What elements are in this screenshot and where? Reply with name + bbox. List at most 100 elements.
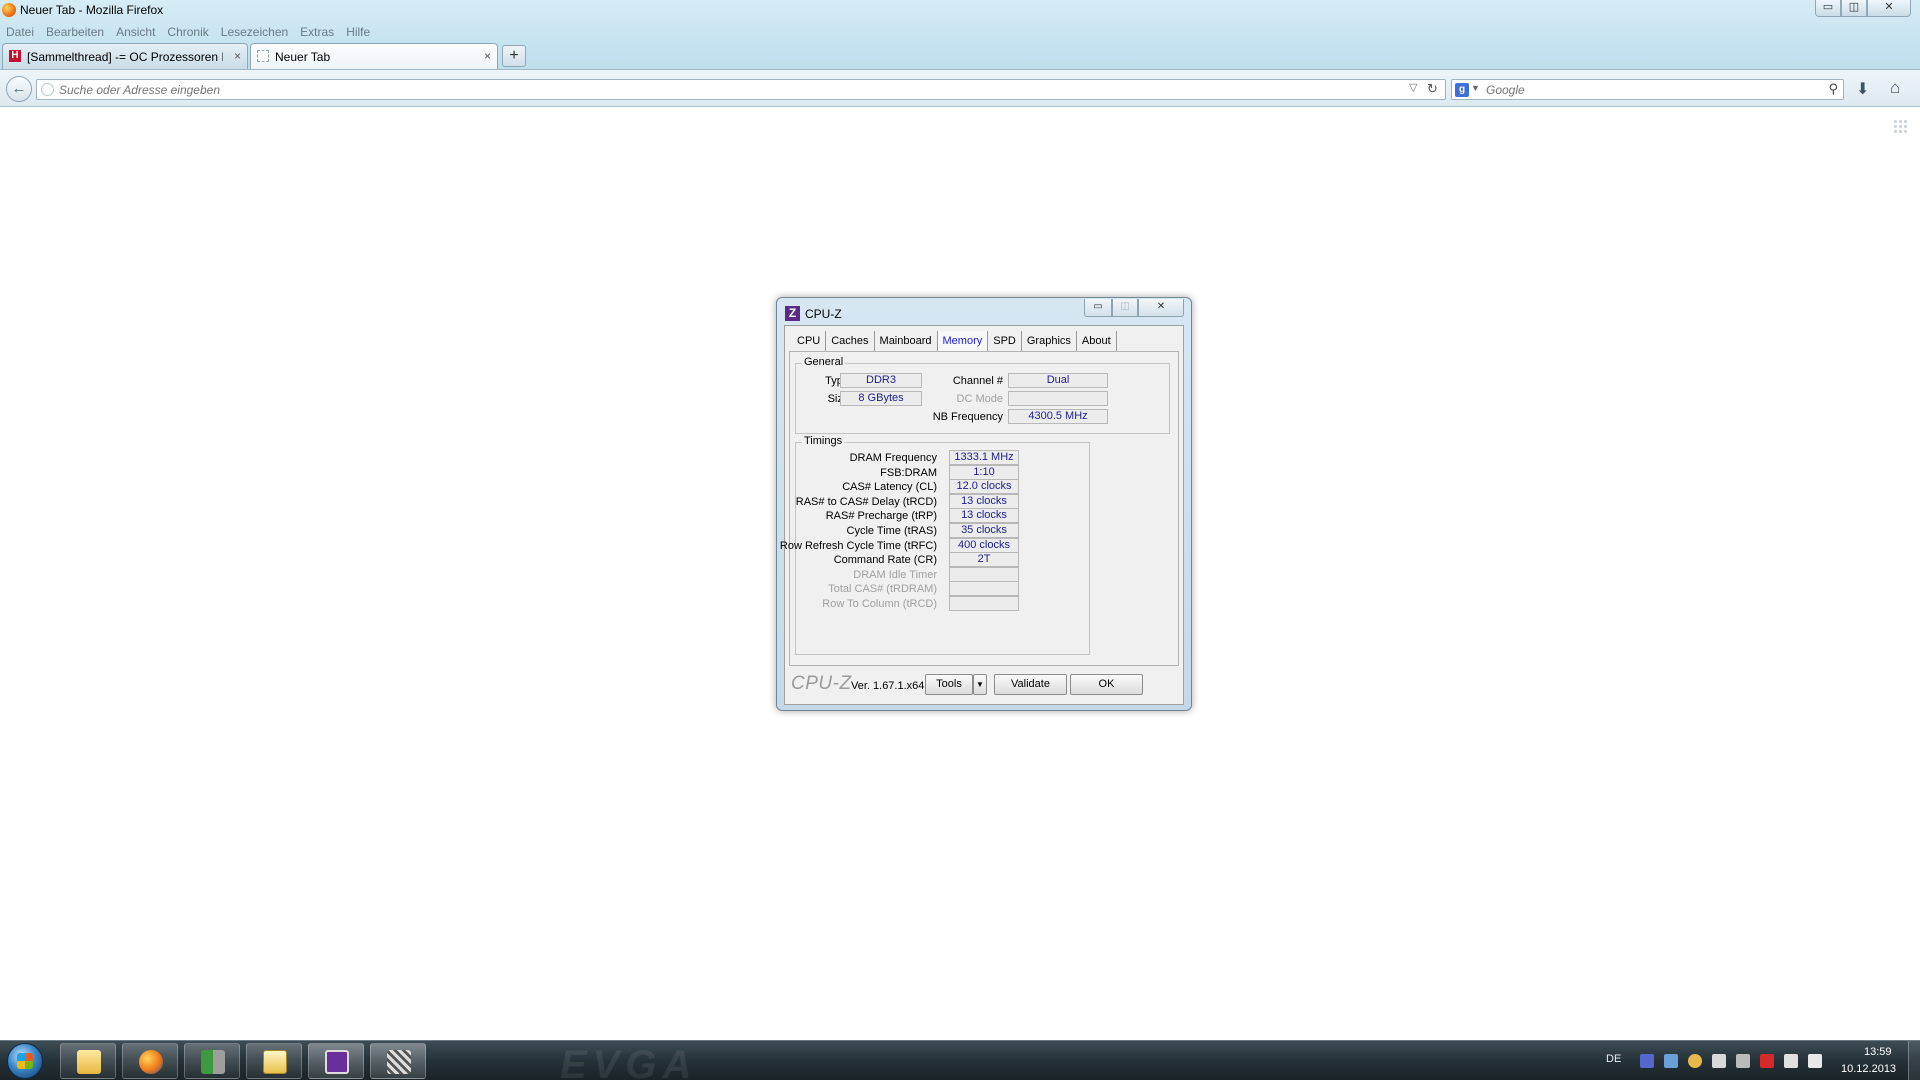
back-button[interactable]: ← bbox=[6, 76, 32, 102]
menu-ansicht[interactable]: Ansicht bbox=[110, 23, 161, 41]
monitor-icon[interactable] bbox=[1640, 1054, 1654, 1068]
timing-value: 1:10 bbox=[949, 464, 1019, 480]
timing-label: RAS# Precharge (tRP) bbox=[825, 510, 937, 523]
tab-about[interactable]: About bbox=[1077, 331, 1117, 351]
timing-label: DRAM Idle Timer bbox=[853, 568, 937, 581]
menu-bar: Datei Bearbeiten Ansicht Chronik Lesezei… bbox=[0, 23, 376, 41]
cpuz-minimize-button[interactable]: ▭ bbox=[1084, 299, 1112, 317]
tab-strip: H [Sammelthread] -= OC Prozessoren I... … bbox=[0, 43, 1920, 69]
maximize-button[interactable]: ◫ bbox=[1841, 0, 1867, 17]
volume-icon[interactable] bbox=[1808, 1054, 1822, 1068]
start-button[interactable] bbox=[7, 1043, 43, 1079]
cpuz-close-button[interactable]: ✕ bbox=[1138, 299, 1184, 317]
engine-dropdown-icon[interactable]: ▼ bbox=[1471, 83, 1480, 93]
tab-graphics[interactable]: Graphics bbox=[1022, 331, 1077, 351]
tab-caches[interactable]: Caches bbox=[826, 331, 875, 351]
timing-value: 13 clocks bbox=[949, 493, 1019, 509]
language-indicator[interactable]: DE bbox=[1606, 1053, 1621, 1065]
search-input[interactable] bbox=[1486, 82, 1816, 97]
history-dropdown-icon[interactable]: ▽ bbox=[1409, 81, 1417, 94]
new-tab-button[interactable]: + bbox=[502, 45, 526, 67]
taskbar-cpuz-button[interactable] bbox=[308, 1043, 364, 1079]
menu-datei[interactable]: Datei bbox=[0, 23, 40, 41]
tab-sammelthread[interactable]: H [Sammelthread] -= OC Prozessoren I... … bbox=[2, 43, 248, 69]
antivirus-shield-icon[interactable] bbox=[1760, 1054, 1774, 1068]
firefox-titlebar[interactable]: Neuer Tab - Mozilla Firefox ▭ ◫ ✕ bbox=[0, 0, 1920, 22]
url-bar[interactable]: ▽ ↻ bbox=[36, 79, 1446, 100]
cpuz-client-area: CPU Caches Mainboard Memory SPD Graphics… bbox=[780, 325, 1184, 705]
chat-icon[interactable] bbox=[1688, 1054, 1702, 1068]
menu-bearbeiten[interactable]: Bearbeiten bbox=[40, 23, 110, 41]
group-title: General bbox=[802, 356, 846, 368]
mail-icon bbox=[263, 1050, 287, 1074]
dcmode-label: DC Mode bbox=[956, 393, 1003, 405]
action-center-flag-icon[interactable] bbox=[1712, 1054, 1726, 1068]
tab-neuer-tab[interactable]: Neuer Tab × bbox=[250, 43, 498, 69]
show-desktop-button[interactable] bbox=[1908, 1041, 1920, 1080]
url-input[interactable] bbox=[59, 82, 1409, 97]
menu-lesezeichen[interactable]: Lesezeichen bbox=[215, 23, 294, 41]
download-icon[interactable]: ⬇ bbox=[1856, 79, 1869, 99]
ok-button[interactable]: OK bbox=[1070, 674, 1143, 695]
tools-dropdown-icon[interactable]: ▼ bbox=[973, 674, 987, 695]
taskbar-explorer-button[interactable] bbox=[60, 1043, 116, 1079]
size-value: 8 GBytes bbox=[840, 391, 922, 406]
taskbar-app-button[interactable] bbox=[184, 1043, 240, 1079]
taskbar-mail-button[interactable] bbox=[246, 1043, 302, 1079]
google-engine-icon[interactable]: g bbox=[1455, 83, 1469, 97]
blank-page-icon bbox=[257, 50, 269, 62]
firefox-logo-icon bbox=[2, 3, 16, 17]
minimize-button[interactable]: ▭ bbox=[1815, 0, 1841, 17]
folder-icon bbox=[77, 1050, 101, 1074]
menu-extras[interactable]: Extras bbox=[294, 23, 340, 41]
timing-value bbox=[949, 581, 1019, 597]
timing-label: Cycle Time (tRAS) bbox=[846, 525, 937, 537]
tab-close-icon[interactable]: × bbox=[234, 49, 241, 63]
cpuz-window: Z CPU-Z ▭ ◫ ✕ CPU Caches Mainboard Memor… bbox=[776, 297, 1192, 711]
usb-icon[interactable] bbox=[1736, 1054, 1750, 1068]
system-tray: DE 13:59 10.12.2013 bbox=[1596, 1041, 1920, 1080]
search-icon[interactable]: ⚲ bbox=[1828, 81, 1838, 97]
menu-chronik[interactable]: Chronik bbox=[161, 23, 214, 41]
tab-cpu[interactable]: CPU bbox=[792, 331, 827, 351]
taskbar-precision-button[interactable] bbox=[370, 1043, 426, 1079]
globe-icon bbox=[41, 83, 54, 96]
cpuz-brand-logo: CPU-Z bbox=[791, 673, 852, 694]
reload-icon[interactable]: ↻ bbox=[1427, 81, 1438, 97]
tab-label: [Sammelthread] -= OC Prozessoren I... bbox=[27, 50, 223, 64]
network-icon[interactable] bbox=[1784, 1054, 1798, 1068]
timing-value: 35 clocks bbox=[949, 523, 1019, 538]
network-app-icon[interactable] bbox=[1664, 1054, 1678, 1068]
tab-close-icon[interactable]: × bbox=[484, 49, 491, 63]
timing-value bbox=[949, 596, 1019, 611]
timing-label: CAS# Latency (CL) bbox=[842, 481, 937, 494]
memory-tab-panel: General Type DDR3 Size 8 GBytes Channel … bbox=[780, 351, 1179, 666]
nb-frequency-label: NB Frequency bbox=[932, 411, 1003, 423]
clock-time[interactable]: 13:59 bbox=[1864, 1046, 1892, 1058]
cpuz-title: CPU-Z bbox=[805, 307, 842, 321]
tab-spd[interactable]: SPD bbox=[988, 331, 1022, 351]
menu-hilfe[interactable]: Hilfe bbox=[340, 23, 376, 41]
timing-label: FSB:DRAM bbox=[880, 466, 937, 479]
validate-button[interactable]: Validate bbox=[994, 674, 1067, 695]
timing-value: 1333.1 MHz bbox=[949, 450, 1019, 465]
timing-value: 400 clocks bbox=[949, 537, 1019, 553]
clock-date[interactable]: 10.12.2013 bbox=[1841, 1063, 1896, 1075]
close-button[interactable]: ✕ bbox=[1867, 0, 1911, 17]
tab-memory[interactable]: Memory bbox=[937, 331, 989, 351]
cpuz-footer: CPU-Z Ver. 1.67.1.x64 Tools ▼ Validate O… bbox=[789, 669, 1179, 699]
search-bar[interactable]: g ▼ ⚲ bbox=[1451, 79, 1844, 100]
tiles-grid-icon[interactable] bbox=[1893, 119, 1907, 133]
timing-value bbox=[949, 566, 1019, 582]
tools-button[interactable]: Tools bbox=[925, 674, 973, 695]
channel-label: Channel # bbox=[952, 375, 1003, 387]
group-title: Timings bbox=[802, 435, 845, 447]
home-icon[interactable]: ⌂ bbox=[1890, 78, 1900, 98]
timings-group: Timings DRAM Frequency 1333.1 MHz FSB:DRAM… bbox=[780, 435, 1090, 655]
wallpaper-logo: EVGA bbox=[560, 1043, 698, 1080]
tab-mainboard[interactable]: Mainboard bbox=[875, 331, 938, 351]
taskbar-firefox-button[interactable] bbox=[122, 1043, 178, 1079]
nb-frequency-value: 4300.5 MHz bbox=[1008, 409, 1108, 424]
evga-precision-icon bbox=[387, 1050, 411, 1074]
timing-label: DRAM Frequency bbox=[849, 452, 937, 464]
